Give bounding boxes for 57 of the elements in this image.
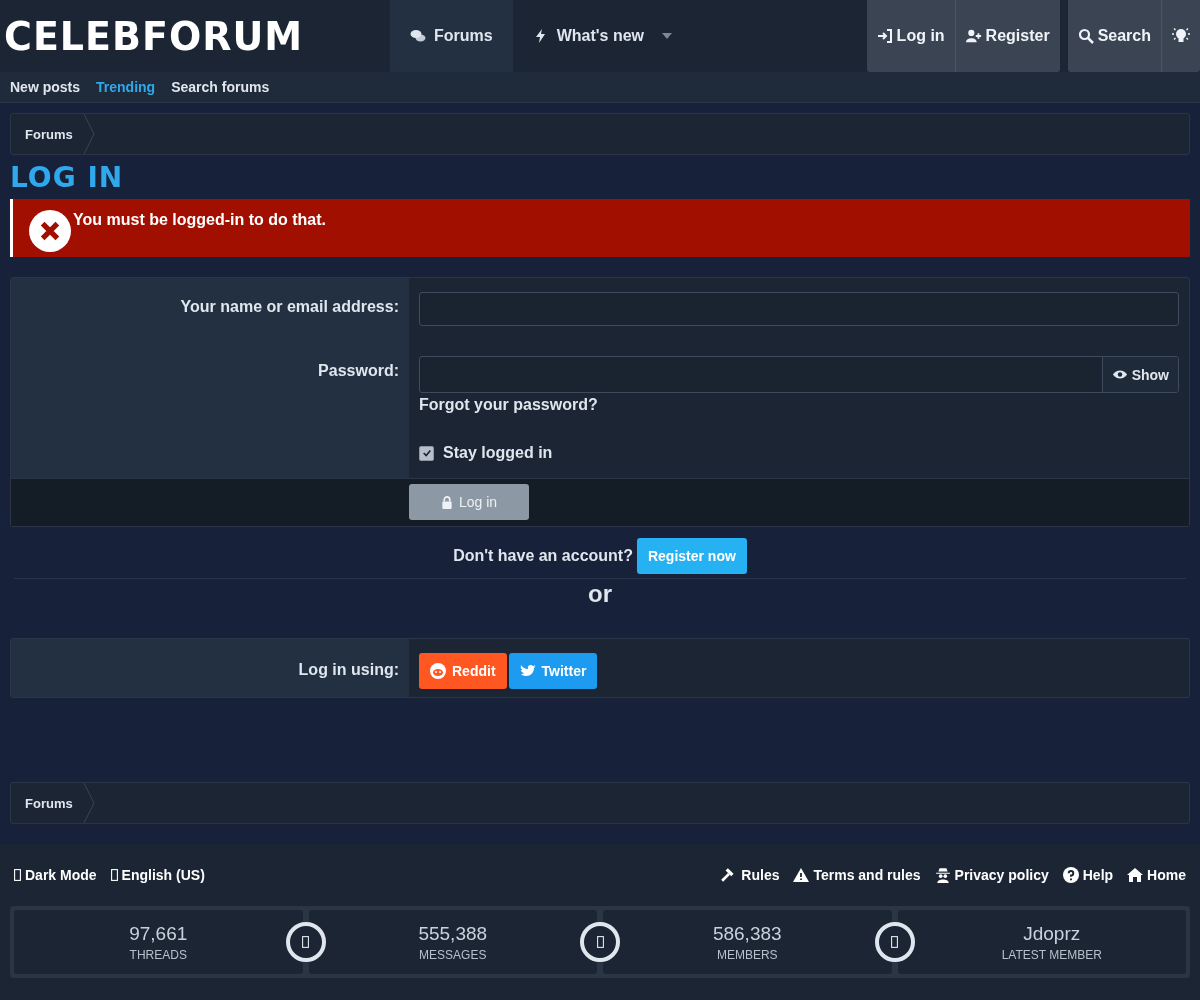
name-input-field[interactable] xyxy=(419,292,1179,326)
help-icon xyxy=(1062,867,1079,883)
chevron-icon xyxy=(82,783,95,823)
stat-label: THREADS xyxy=(129,947,187,962)
sub-nav-link[interactable]: Trending xyxy=(96,79,156,95)
footer-link[interactable]: Rules xyxy=(721,867,780,883)
padlock-icon xyxy=(440,495,453,509)
breadcrumb-link[interactable]: Forums xyxy=(11,795,83,811)
show-password-button[interactable]: Show xyxy=(1101,357,1178,392)
breadcrumb-link[interactable]: Forums xyxy=(11,126,83,142)
missing-glyph-icon xyxy=(110,869,118,881)
sub-nav-link[interactable]: New posts xyxy=(10,79,80,95)
footer-link[interactable]: English (US) xyxy=(110,867,205,883)
stat-value: 97,661 xyxy=(129,922,188,945)
stat-label: MEMBERS xyxy=(716,947,778,962)
light-bulb-icon xyxy=(1171,27,1191,45)
missing-glyph-icon xyxy=(14,869,21,881)
stat-label: MESSAGES xyxy=(419,947,487,962)
site-logo[interactable]: CELEBFORUM xyxy=(0,0,390,74)
stat-label: LATEST MEMBER xyxy=(1001,947,1102,962)
nav-tab[interactable]: What's new xyxy=(512,0,693,72)
search-icon xyxy=(1077,28,1094,44)
forgot-password-link[interactable]: Forgot your password? xyxy=(419,396,598,414)
checkbox-label: Stay logged in xyxy=(443,444,553,462)
warning-icon xyxy=(793,867,810,883)
stat-value: 555,388 xyxy=(418,922,488,945)
header-button[interactable]: Log in xyxy=(866,0,955,72)
sign-in-icon xyxy=(876,28,893,44)
footer-link[interactable]: Home xyxy=(1127,867,1186,883)
stat-value: 586,383 xyxy=(712,922,782,945)
or-divider-text: or xyxy=(588,579,612,608)
home-icon xyxy=(1127,867,1144,883)
chat-bubbles-icon xyxy=(410,28,426,44)
register-prompt: Don't have an account? xyxy=(453,547,633,565)
footer-link[interactable]: Privacy policy xyxy=(934,867,1049,883)
footer-link[interactable]: Help xyxy=(1062,867,1114,883)
chevron-icon xyxy=(82,114,95,154)
page-title: LOG IN xyxy=(10,161,125,195)
error-message: You must be logged-in to do that. xyxy=(73,211,326,229)
spy-icon xyxy=(934,867,951,883)
stat-value: Jdoprz xyxy=(1023,922,1081,945)
footer-link[interactable]: Terms and rules xyxy=(793,867,921,883)
sub-nav-link[interactable]: Search forums xyxy=(171,79,270,95)
checkbox[interactable] xyxy=(419,445,434,461)
error-x-icon xyxy=(29,210,71,252)
password-input-field[interactable]: Show xyxy=(419,356,1179,393)
field-label: Your name or email address: xyxy=(180,298,399,315)
nav-tab[interactable]: Forums xyxy=(390,0,513,72)
eye-icon xyxy=(1111,369,1128,380)
alien-head-icon xyxy=(430,663,446,679)
field-label: Log in using: xyxy=(298,661,399,678)
caret-icon xyxy=(662,33,673,39)
checkmark-icon xyxy=(421,448,432,458)
bird-icon xyxy=(519,663,536,679)
user-plus-icon xyxy=(965,28,982,44)
footer-link[interactable]: Dark Mode xyxy=(14,867,97,883)
field-label: Password: xyxy=(318,362,399,379)
